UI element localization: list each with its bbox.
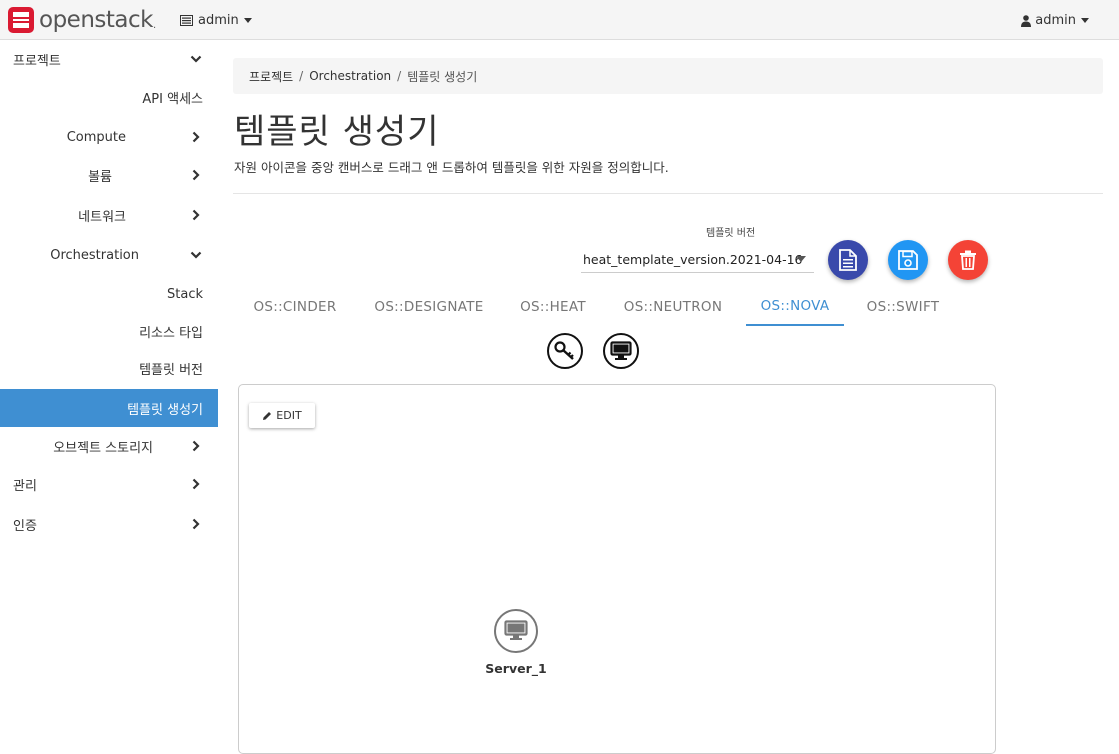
trash-icon — [960, 250, 976, 270]
chevron-right-icon — [192, 478, 200, 490]
sidebar-item-label: 네트워크 — [78, 209, 126, 225]
sidebar-item-orchestration[interactable]: Orchestration — [0, 236, 218, 274]
pencil-icon — [263, 411, 272, 420]
sidebar-item-project[interactable]: 프로젝트 — [0, 40, 218, 78]
page-title: 템플릿 생성기 — [234, 112, 440, 152]
sidebar-item-label: 템플릿 생성기 — [127, 402, 203, 418]
server-icon[interactable] — [603, 333, 639, 369]
delete-template-button[interactable] — [948, 240, 988, 280]
chevron-right-icon — [192, 518, 200, 530]
top-navbar: openstack. admin admin — [0, 0, 1119, 40]
project-switcher[interactable]: admin — [180, 13, 252, 28]
template-version-select[interactable]: heat_template_version.2021-04-16 — [581, 246, 814, 273]
caret-down-icon — [243, 18, 252, 23]
project-icon — [180, 15, 193, 26]
template-version-label: 템플릿 버전 — [706, 228, 756, 239]
project-name: admin — [198, 13, 239, 28]
tab-os-cinder[interactable]: OS::CINDER — [241, 287, 349, 326]
divider — [233, 193, 1103, 194]
sidebar-item-label: Stack — [167, 286, 203, 302]
sidebar-item-template-generator[interactable]: 템플릿 생성기 — [0, 389, 218, 427]
breadcrumb-orchestration[interactable]: Orchestration — [309, 69, 391, 83]
sidebar-item-label: Compute — [66, 129, 126, 145]
breadcrumb: 프로젝트 / Orchestration / 템플릿 생성기 — [233, 58, 1103, 94]
node-label: Server_1 — [485, 661, 547, 676]
breadcrumb-separator: / — [299, 69, 304, 83]
chevron-down-icon — [190, 251, 202, 259]
sidebar-item-label: 프로젝트 — [13, 53, 61, 69]
tab-os-swift[interactable]: OS::SWIFT — [857, 287, 949, 326]
chevron-right-icon — [192, 169, 200, 181]
keypair-icon[interactable] — [547, 333, 583, 369]
sidebar-item-template-versions[interactable]: 템플릿 버전 — [0, 349, 218, 387]
chevron-right-icon — [192, 131, 200, 143]
sidebar-item-label: API 액세스 — [142, 91, 203, 107]
show-template-button[interactable] — [828, 240, 868, 280]
sidebar-item-resource-types[interactable]: 리소스 타입 — [0, 312, 218, 350]
sidebar-item-admin[interactable]: 관리 — [0, 465, 218, 503]
sidebar-item-label: 리소스 타입 — [139, 325, 203, 341]
monitor-glyph — [504, 620, 528, 640]
sidebar-item-label: 인증 — [13, 518, 37, 534]
floppy-disk-icon — [898, 250, 918, 270]
sidebar-item-stack[interactable]: Stack — [0, 275, 218, 313]
sidebar-item-compute[interactable]: Compute — [0, 118, 218, 156]
dropdown-arrow-icon — [796, 256, 806, 262]
brand-logo[interactable]: openstack. — [8, 7, 156, 33]
tab-os-neutron[interactable]: OS::NEUTRON — [613, 287, 733, 326]
brand-name: openstack — [39, 7, 153, 33]
openstack-logo-icon — [8, 7, 34, 33]
chevron-right-icon — [192, 209, 200, 221]
user-menu[interactable]: admin — [1021, 13, 1089, 28]
sidebar-item-identity[interactable]: 인증 — [0, 505, 218, 543]
page-description: 자원 아이콘을 중앙 캔버스로 드래그 앤 드롭하여 템플릿을 위한 자원을 정… — [234, 160, 669, 175]
sidebar-item-label: 관리 — [13, 478, 37, 494]
user-name: admin — [1035, 13, 1076, 28]
sidebar: 프로젝트 API 액세스 Compute 볼륨네트워크 Orchestration Sta… — [0, 40, 218, 741]
sidebar-item-object-storage[interactable]: 오브젝트 스토리지 — [0, 427, 218, 465]
server-icon — [494, 609, 538, 653]
sidebar-item-volume[interactable]: 볼륨 — [0, 156, 218, 194]
document-icon — [839, 249, 857, 271]
edit-label: EDIT — [276, 409, 302, 422]
monitor-glyph — [610, 341, 632, 360]
breadcrumb-project[interactable]: 프로젝트 — [249, 68, 293, 85]
edit-button[interactable]: EDIT — [249, 403, 315, 428]
template-canvas[interactable]: EDIT Server_1 — [238, 384, 996, 754]
tab-os-designate[interactable]: OS::DESIGNATE — [363, 287, 495, 326]
brand-mark: . — [152, 19, 157, 31]
template-version-value: heat_template_version.2021-04-16 — [583, 251, 803, 267]
key-glyph — [554, 341, 574, 360]
sidebar-item-label: 오브젝트 스토리지 — [53, 440, 153, 456]
tab-os-nova[interactable]: OS::NOVA — [746, 287, 844, 326]
caret-down-icon — [1081, 18, 1089, 23]
breadcrumb-current: 템플릿 생성기 — [407, 69, 478, 84]
sidebar-item-label: Orchestration — [50, 247, 139, 263]
breadcrumb-separator: / — [397, 69, 402, 83]
tab-os-heat[interactable]: OS::HEAT — [508, 287, 598, 326]
sidebar-item-label: 볼륨 — [88, 169, 112, 185]
save-template-button[interactable] — [888, 240, 928, 280]
chevron-right-icon — [192, 440, 200, 452]
user-icon — [1021, 14, 1032, 27]
chevron-down-icon — [190, 55, 202, 63]
sidebar-item-label: 템플릿 버전 — [139, 362, 203, 378]
sidebar-item-api-access[interactable]: API 액세스 — [0, 78, 218, 116]
sidebar-item-network[interactable]: 네트워크 — [0, 196, 218, 234]
